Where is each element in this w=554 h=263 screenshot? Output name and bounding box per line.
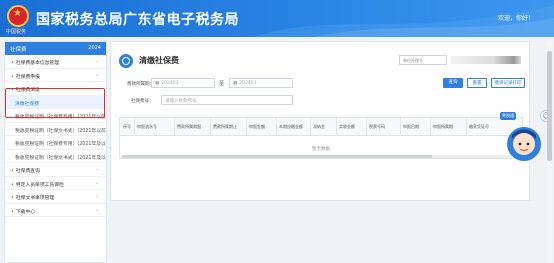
table-h-scrollbar[interactable] [122, 155, 512, 158]
sidebar-year[interactable]: 2024 [88, 45, 101, 51]
chevron-down-icon: ⌄ [94, 179, 99, 186]
query-button[interactable]: 查询 [443, 78, 463, 88]
table-column-header: 申报日期 [403, 124, 419, 129]
bullet-icon: • [11, 88, 14, 93]
bullet-icon: • [11, 209, 14, 215]
sidebar-item-label: 税收完税证明（社保费专用）(2021年以前) [15, 115, 106, 120]
tax-id-value-masked [451, 56, 521, 64]
table-column-header: 实收金额 [339, 124, 355, 129]
chevron-down-icon: ⌄ [94, 206, 99, 213]
column-divider [336, 118, 337, 136]
table-column-header: 申报金额 [249, 124, 265, 129]
table-header: 序号 申报流水号 费款所属期起 费款所属期止 申报金额 本期应缴金额 滞纳金 实收金额 税票号码… [120, 118, 522, 136]
date-separator: 至 [219, 81, 225, 87]
column-divider [210, 118, 211, 136]
sidebar-item[interactable]: 清缴社保费 [5, 95, 106, 109]
logo-subtext: 中国税务 [6, 29, 27, 35]
sidebar-item[interactable]: • 社保费查询 ⌄ [5, 163, 106, 177]
column-divider [400, 118, 401, 136]
sidebar-item[interactable]: • 特定人员单项工伤保险 ⌄ [5, 177, 106, 190]
bullet-icon: • [11, 196, 14, 201]
bullet-icon: • [11, 182, 14, 188]
assistant-label: 粤税通 [500, 112, 516, 120]
table-column-header: 序号 [123, 124, 131, 129]
bullet-icon: • [11, 169, 14, 174]
sidebar-item-label: 税收完税证明（社保文书式）(2021年以前) [15, 128, 106, 134]
column-divider [430, 118, 431, 136]
column-divider [366, 118, 367, 136]
calendar-icon: ▦ [233, 81, 238, 86]
table-column-header: 费款所属期止 [213, 124, 237, 129]
period-from-value: 202403 [161, 81, 179, 86]
sidebar-item-label: 社保文书事项管理 [15, 196, 55, 201]
assistant-avatar-icon[interactable] [504, 122, 544, 162]
sidebar-item-label: 社保费基本信息管理 [15, 61, 60, 66]
chevron-down-icon: ⌄ [94, 85, 99, 91]
table-scroll-thumb[interactable] [122, 155, 432, 158]
period-label: 费款所属期： [127, 82, 154, 87]
tax-id-select[interactable]: 单位社保号 [399, 55, 447, 65]
empty-message: 暂无数据 [312, 147, 330, 152]
site-title: 国家税务总局广东省电子税务局 [36, 12, 239, 28]
sidebar: 社保费 2024 • 社保费基本信息管理 ⌄ • 社保费申报 ⌄ • 社保费清缴 ⌄ 清缴社保费税… [4, 41, 107, 263]
sidebar-item-label: 税收完税证明（社保文书式）(2021年及以后) [15, 155, 106, 161]
chevron-down-icon: ⌄ [94, 58, 99, 64]
page-scrollbar[interactable] [547, 41, 552, 263]
sidebar-item[interactable]: • 社保费申报 ⌄ [5, 69, 106, 82]
tax-bureau-logo-icon: ★ [7, 5, 29, 27]
column-divider [174, 118, 175, 136]
top-header: ★ 中国税务 国家税务总局广东省电子税务局 欢迎，你好！ [0, 0, 554, 37]
table-column-header: 本期应缴金额 [279, 124, 303, 129]
sidebar-item[interactable]: 税收完税证明（社保文书式）(2021年以前) [5, 123, 106, 136]
social-security-icon [119, 54, 133, 68]
collect-no-label: 社保费号： [131, 99, 154, 104]
sidebar-title: 社保费 [10, 47, 27, 53]
period-to-value: 202403 [239, 81, 257, 86]
table-column-header: 申报所属期 [433, 124, 453, 129]
chevron-down-icon: ⌄ [94, 71, 99, 78]
table-column-header: 申报流水号 [137, 124, 157, 129]
sidebar-menu: • 社保费基本信息管理 ⌄ • 社保费申报 ⌄ • 社保费清缴 ⌄ 清缴社保费 税收完税证明（社保费… [5, 55, 106, 217]
collect-no-input[interactable]: 请输入税款所号 [161, 95, 293, 105]
sidebar-item[interactable]: • 社保费基本信息管理 ⌄ [5, 55, 106, 69]
column-divider [466, 118, 467, 136]
column-divider [134, 118, 135, 136]
results-table: 序号 申报流水号 费款所属期起 费款所属期止 申报金额 本期应缴金额 滞纳金 实收金额 税票号码… [119, 117, 523, 159]
sidebar-item-label: 社保费查询 [15, 169, 40, 174]
sidebar-item[interactable]: 税收完税证明（社保费专用）(2021年及以后) [5, 136, 106, 150]
print-button[interactable]: 缴清记录打印 [491, 78, 525, 88]
bullet-icon: • [11, 61, 14, 66]
page-title: 清缴社保费 [139, 56, 179, 65]
reset-button[interactable]: 重置 [467, 78, 487, 88]
calendar-icon: ▦ [155, 81, 160, 86]
chevron-down-icon: ⌄ [94, 193, 99, 199]
column-divider [246, 118, 247, 136]
column-divider [310, 118, 311, 136]
sidebar-item[interactable]: • 社保费清缴 ⌄ [5, 82, 106, 96]
main-panel: 清缴社保费 单位社保号 费款所属期： ▦ 202403 至 ▦ 202403 社保费… [110, 41, 530, 201]
bullet-icon: • [11, 74, 14, 80]
sidebar-item-label: 税收完税证明（社保费专用）(2021年及以后) [15, 142, 106, 147]
column-divider [276, 118, 277, 136]
sidebar-item[interactable]: 税收完税证明（社保费专用）(2021年以前) [5, 109, 106, 123]
table-column-header: 费款所属期起 [177, 124, 201, 129]
table-column-header: 缴款凭证号 [469, 124, 489, 129]
sidebar-item[interactable]: 税收完税证明（社保文书式）(2021年及以后) [5, 150, 106, 163]
chevron-down-icon: ⌄ [94, 166, 99, 172]
sidebar-item-label: 清缴社保费 [15, 101, 39, 107]
sidebar-item-label: 社保费清缴 [15, 88, 40, 93]
table-column-header: 滞纳金 [313, 124, 325, 129]
welcome-user[interactable]: 欢迎，你好！ [498, 13, 534, 22]
sidebar-item[interactable]: • 下载中心 ⌄ [5, 204, 106, 217]
sidebar-header: 社保费 2024 [5, 42, 106, 55]
table-column-header: 税票号码 [369, 124, 385, 129]
period-to-input[interactable]: ▦ 202403 [229, 78, 293, 88]
page-scroll-thumb[interactable] [547, 51, 552, 161]
sidebar-item[interactable]: • 社保文书事项管理 ⌄ [5, 190, 106, 204]
sidebar-item-label: 下载中心 [15, 209, 36, 215]
sidebar-item-label: 特定人员单项工伤保险 [15, 182, 64, 188]
period-from-input[interactable]: ▦ 202403 [151, 78, 215, 88]
sidebar-item-label: 社保费申报 [15, 74, 40, 80]
